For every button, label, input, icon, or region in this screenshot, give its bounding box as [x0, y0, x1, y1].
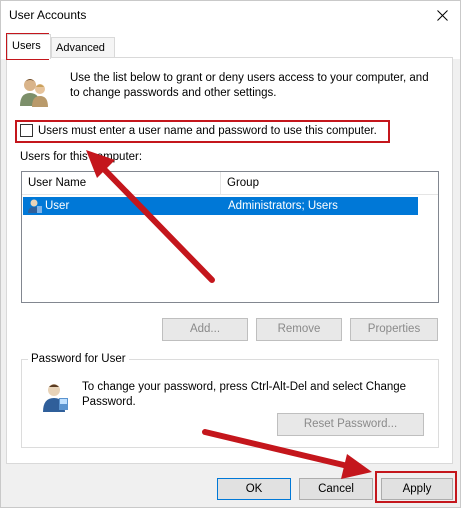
column-header-user-name[interactable]: User Name	[22, 172, 221, 194]
password-user-icon	[40, 381, 70, 416]
cancel-button[interactable]: Cancel	[299, 478, 373, 500]
table-row[interactable]: User Administrators; Users	[23, 197, 418, 215]
window-title: User Accounts	[9, 8, 87, 22]
apply-button[interactable]: Apply	[381, 478, 453, 500]
intro-text: Use the list below to grant or deny user…	[70, 72, 429, 99]
require-login-row[interactable]: Users must enter a user name and passwor…	[20, 124, 377, 137]
column-header-group[interactable]: Group	[221, 172, 441, 194]
add-button[interactable]: Add...	[162, 318, 248, 341]
remove-button[interactable]: Remove	[256, 318, 342, 341]
require-login-label: Users must enter a user name and passwor…	[38, 124, 377, 137]
tab-users[interactable]: Users	[7, 34, 51, 59]
tab-advanced[interactable]: Advanced	[51, 37, 115, 58]
users-icon	[18, 76, 50, 111]
row-user-name: User	[45, 200, 70, 212]
close-icon	[436, 9, 448, 21]
users-list-label: Users for this computer:	[20, 151, 143, 163]
properties-button[interactable]: Properties	[350, 318, 438, 341]
ok-button[interactable]: OK	[217, 478, 291, 500]
user-icon	[27, 198, 43, 217]
listview-header: User Name Group	[22, 172, 438, 195]
row-group: Administrators; Users	[228, 200, 338, 212]
password-instructions: To change your password, press Ctrl-Alt-…	[82, 381, 407, 408]
close-button[interactable]	[430, 4, 454, 26]
users-listview[interactable]: User Name Group User Administrators; Use…	[21, 171, 439, 303]
require-login-checkbox[interactable]	[20, 124, 33, 137]
reset-password-button[interactable]: Reset Password...	[277, 413, 424, 436]
password-group-legend: Password for User	[28, 353, 129, 365]
title-bar: User Accounts	[1, 1, 460, 31]
tab-strip: Users Advanced	[1, 31, 460, 59]
